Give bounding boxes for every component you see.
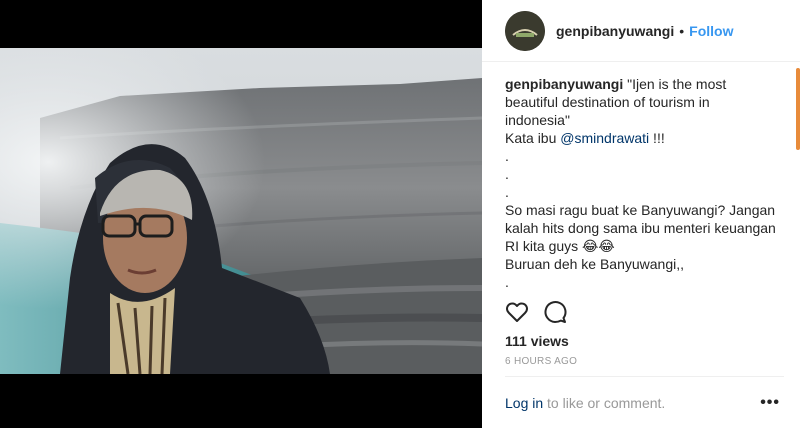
caption-line: indonesia" [505,112,570,128]
caption: genpibanyuwangi "Ijen is the most beauti… [505,75,787,290]
post-media[interactable] [0,0,482,428]
video-player[interactable] [0,48,482,374]
follow-button[interactable]: Follow [689,23,733,39]
mention-link[interactable]: @smindrawati [560,130,649,146]
comment-icon[interactable] [543,300,567,324]
caption-username[interactable]: genpibanyuwangi [505,76,623,92]
caption-line: . [505,184,509,200]
more-options-icon[interactable]: ••• [760,395,780,411]
caption-line: genpibanyuwangi "Ijen is the most [505,75,787,93]
caption-line: Kata ibu @smindrawati !!! [505,129,787,147]
caption-text: !!! [649,130,665,146]
caption-line: . [505,148,509,164]
post-header: genpibanyuwangi • Follow [482,0,800,62]
avatar-image [505,10,545,51]
header-separator: • [679,22,685,39]
post-sidebar: genpibanyuwangi • Follow genpibanyuwangi… [482,0,800,428]
action-bar [505,300,567,324]
heart-icon[interactable] [505,300,529,324]
view-count[interactable]: 111 views [505,333,569,349]
caption-line: beautiful destination of tourism in [505,94,710,110]
caption-scrollbar[interactable] [796,68,800,150]
video-frame-image [0,48,482,374]
caption-text: "Ijen is the most [627,76,727,92]
login-link[interactable]: Log in [505,395,543,411]
login-prompt: Log in to like or comment. [505,395,665,411]
divider [505,376,784,377]
login-prompt-text: to like or comment. [543,395,666,411]
caption-line: kalah hits dong sama ibu menteri keuanga… [505,220,776,236]
header-username[interactable]: genpibanyuwangi [556,23,674,39]
avatar[interactable] [505,10,545,51]
caption-line: . [505,166,509,182]
caption-line: . [505,274,509,290]
post-timestamp[interactable]: 6 HOURS AGO [505,356,577,367]
caption-line: So masi ragu buat ke Banyuwangi? Jangan [505,202,776,218]
caption-line: Buruan deh ke Banyuwangi,, [505,256,685,272]
caption-line: RI kita guys 😂😂 [505,238,615,254]
caption-text: Kata ibu [505,130,561,146]
